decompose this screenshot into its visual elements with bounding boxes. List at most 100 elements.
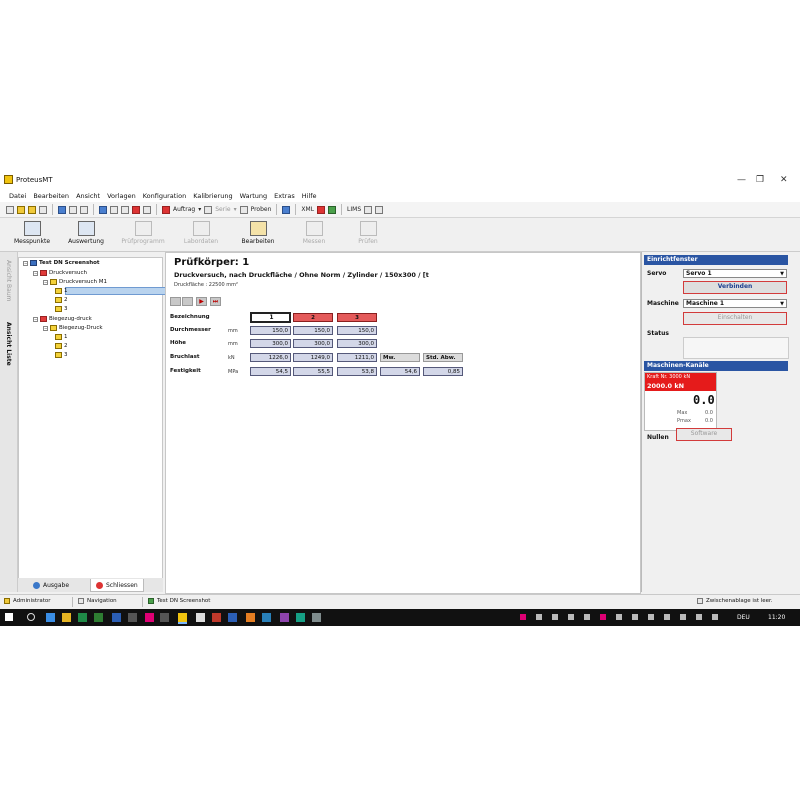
pruefen-button[interactable]: Prüfen	[346, 220, 390, 250]
save-icon[interactable]	[39, 205, 47, 214]
lims-export-icon[interactable]	[364, 205, 373, 214]
maschine-select[interactable]: Maschine 1 ▼	[683, 299, 787, 308]
collapse-icon[interactable]: −	[43, 279, 48, 285]
import-icon[interactable]	[282, 205, 291, 214]
minimize-button[interactable]: —	[737, 175, 746, 185]
collapse-icon[interactable]: −	[33, 316, 38, 322]
tree-node-specimen-1[interactable]: 1	[55, 334, 68, 340]
app-icon[interactable]	[160, 613, 169, 622]
tab-ausgabe[interactable]: Ausgabe	[28, 579, 74, 591]
last-record-icon[interactable]: ⏭	[210, 297, 221, 306]
menu-extras[interactable]: Extras	[274, 192, 295, 200]
delete-icon[interactable]	[132, 205, 140, 214]
ansicht-liste-tab[interactable]: Ansicht Liste	[5, 322, 12, 366]
hoehe-2-field[interactable]: 300,0	[293, 339, 333, 348]
app-icon[interactable]	[312, 613, 321, 622]
column-header-3[interactable]: 3	[337, 313, 377, 322]
page-setup-icon[interactable]	[80, 205, 88, 214]
dropdown-arrow-icon[interactable]: ▾	[234, 206, 237, 213]
prev-record-button[interactable]	[182, 297, 193, 306]
search-icon[interactable]	[143, 205, 151, 214]
dropdown-arrow-icon[interactable]: ▾	[198, 206, 201, 213]
word-icon[interactable]	[112, 613, 121, 622]
durchmesser-3-field[interactable]: 150,0	[337, 326, 377, 335]
tree-node-specimen-3[interactable]: 3	[55, 306, 68, 312]
tray-icon[interactable]	[616, 614, 622, 620]
tree-node-druckversuch[interactable]: − Druckversuch	[33, 270, 87, 276]
auftrag-button[interactable]: Auftrag	[173, 206, 195, 213]
open-recent-icon[interactable]	[28, 205, 36, 214]
verbinden-button[interactable]: Verbinden	[683, 281, 787, 294]
menu-kalibrierung[interactable]: Kalibrierung	[193, 192, 232, 200]
tray-icon[interactable]	[584, 614, 590, 620]
menu-wartung[interactable]: Wartung	[240, 192, 268, 200]
next-record-icon[interactable]: ▶	[196, 297, 207, 306]
tray-icon[interactable]	[536, 614, 542, 620]
edge-browser-icon[interactable]	[46, 613, 55, 622]
close-button[interactable]: ✕	[780, 175, 788, 185]
print-preview-icon[interactable]	[69, 205, 77, 214]
hoehe-1-field[interactable]: 300,0	[250, 339, 291, 348]
messpunkte-button[interactable]: Messpunkte	[10, 220, 54, 250]
app-icon[interactable]	[94, 613, 103, 622]
tray-icon[interactable]	[568, 614, 574, 620]
auftrag-icon[interactable]	[162, 205, 170, 214]
bruchlast-1-field[interactable]: 1226,0	[250, 353, 291, 362]
software-button[interactable]: Software	[676, 428, 732, 441]
tree-node-druckversuch-m1[interactable]: − Druckversuch M1	[43, 279, 107, 285]
ansicht-baum-tab[interactable]: Ansicht Baum	[5, 260, 12, 302]
bearbeiten-button[interactable]: Bearbeiten	[236, 220, 280, 250]
durchmesser-2-field[interactable]: 150,0	[293, 326, 333, 335]
pruefprogramm-button[interactable]: Prüfprogramm	[116, 220, 170, 250]
tree-node-specimen-2[interactable]: 2	[55, 343, 68, 349]
cut-icon[interactable]	[99, 205, 107, 214]
bruchlast-2-field[interactable]: 1249,0	[293, 353, 333, 362]
serie-button[interactable]: Serie	[215, 206, 230, 213]
bruchlast-3-field[interactable]: 1211,0	[337, 353, 377, 362]
pdf-icon[interactable]	[212, 613, 221, 622]
app-icon[interactable]	[296, 613, 305, 622]
hoehe-3-field[interactable]: 300,0	[337, 339, 377, 348]
tree-node-root[interactable]: − Test DN Screenshot	[23, 260, 100, 266]
new-file-icon[interactable]	[6, 205, 14, 214]
print-icon[interactable]	[58, 205, 66, 214]
tree-node-specimen-2[interactable]: 2	[55, 297, 68, 303]
tray-icon[interactable]	[600, 614, 606, 620]
menu-datei[interactable]: Datei	[9, 192, 26, 200]
copy-icon[interactable]	[110, 205, 118, 214]
paste-icon[interactable]	[121, 205, 129, 214]
tray-icon[interactable]	[664, 614, 670, 620]
menu-bearbeiten[interactable]: Bearbeiten	[33, 192, 69, 200]
durchmesser-1-field[interactable]: 150,0	[250, 326, 291, 335]
menu-ansicht[interactable]: Ansicht	[76, 192, 100, 200]
tray-icon[interactable]	[648, 614, 654, 620]
network-icon[interactable]	[696, 614, 702, 620]
menu-hilfe[interactable]: Hilfe	[302, 192, 317, 200]
festigkeit-3-field[interactable]: 53,8	[337, 367, 377, 376]
app-icon[interactable]	[246, 613, 255, 622]
telekom-icon[interactable]	[145, 613, 154, 622]
proteus-taskbar-icon[interactable]	[178, 613, 187, 624]
app-icon[interactable]	[128, 613, 137, 622]
input-language[interactable]: DEU	[737, 614, 750, 621]
collapse-icon[interactable]: −	[33, 270, 38, 276]
auswertung-button[interactable]: Auswertung	[64, 220, 108, 250]
first-record-button[interactable]	[170, 297, 181, 306]
proben-button[interactable]: Proben	[251, 206, 272, 213]
tree-node-biegezug-druck[interactable]: − Biegezug-Druck	[43, 325, 103, 331]
maximize-button[interactable]: ❐	[756, 175, 764, 185]
excel-icon[interactable]	[78, 613, 87, 622]
einschalten-button[interactable]: Einschalten	[683, 312, 787, 325]
xml-export-icon[interactable]	[317, 205, 326, 214]
servo-select[interactable]: Servo 1 ▼	[683, 269, 787, 278]
collapse-icon[interactable]: −	[43, 325, 48, 331]
tab-schliessen[interactable]: Schliessen	[90, 579, 144, 592]
column-header-1[interactable]: 1	[250, 312, 291, 323]
volume-icon[interactable]	[712, 614, 718, 620]
column-header-2[interactable]: 2	[293, 313, 333, 322]
windows-start-icon[interactable]	[5, 613, 13, 621]
tree-node-specimen-3[interactable]: 3	[55, 352, 68, 358]
menu-vorlagen[interactable]: Vorlagen	[107, 192, 136, 200]
app-icon[interactable]	[196, 613, 205, 622]
lims-import-icon[interactable]	[375, 205, 384, 214]
